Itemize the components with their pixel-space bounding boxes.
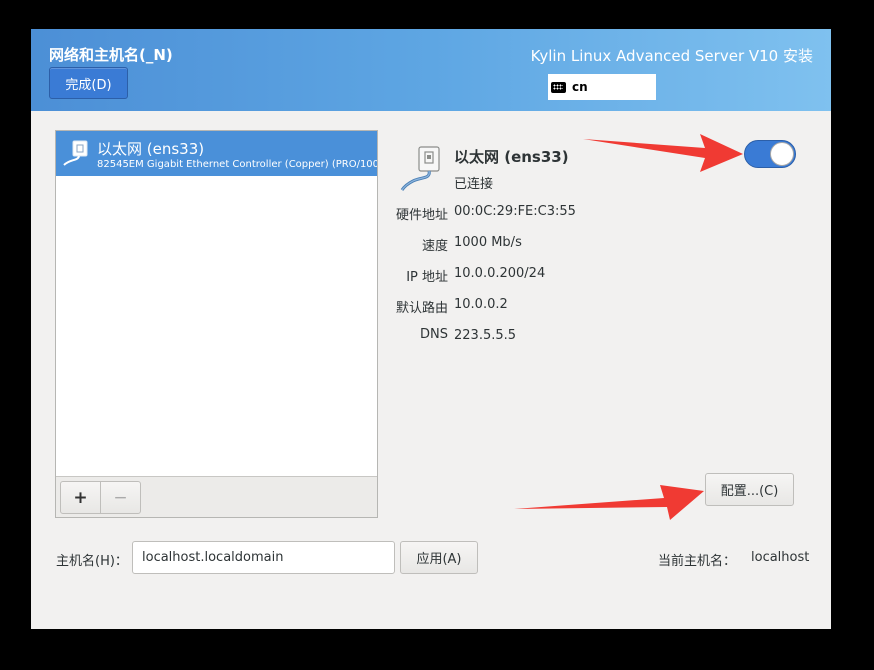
keyboard-layout-label: cn	[572, 80, 588, 94]
ip-address-value: 10.0.0.200/24	[454, 266, 546, 281]
list-item-description: 82545EM Gigabit Ethernet Controller (Cop…	[97, 159, 377, 170]
current-hostname-label: 当前主机名：	[658, 554, 737, 569]
header-bar: 网络和主机名(_N) 完成(D) Kylin Linux Advanced Se…	[31, 29, 831, 111]
current-hostname-value: localhost	[751, 550, 810, 565]
network-hostname-window: 网络和主机名(_N) 完成(D) Kylin Linux Advanced Se…	[31, 29, 831, 629]
keyboard-layout-indicator[interactable]: cn	[548, 74, 656, 100]
apply-button[interactable]: 应用(A)	[400, 541, 478, 574]
dns-label: DNS	[420, 327, 448, 342]
list-toolbar: + −	[56, 476, 377, 517]
configure-button[interactable]: 配置...(C)	[705, 473, 794, 506]
hostname-input[interactable]	[132, 541, 395, 574]
product-title: Kylin Linux Advanced Server V10 安装	[530, 47, 813, 65]
hostname-label: 主机名(H)：	[56, 554, 128, 569]
device-list: 以太网 (ens33) 82545EM Gigabit Ethernet Con…	[55, 130, 378, 518]
list-item-name: 以太网 (ens33)	[97, 140, 205, 158]
device-name: 以太网 (ens33)	[454, 148, 569, 166]
keyboard-icon	[551, 81, 566, 93]
add-device-button[interactable]: +	[60, 481, 101, 514]
toggle-knob	[770, 142, 794, 166]
device-toggle-switch[interactable]	[744, 140, 796, 168]
remove-device-button[interactable]: −	[100, 481, 141, 514]
hardware-address-value: 00:0C:29:FE:C3:55	[454, 204, 576, 219]
default-route-label: 默认路由	[395, 301, 448, 316]
done-button[interactable]: 完成(D)	[49, 67, 128, 99]
speed-value: 1000 Mb/s	[454, 235, 522, 250]
connection-status: 已连接	[454, 177, 494, 192]
ip-address-label: IP 地址	[406, 270, 448, 285]
page-title: 网络和主机名(_N)	[49, 46, 173, 64]
list-item-ens33[interactable]: 以太网 (ens33) 82545EM Gigabit Ethernet Con…	[56, 131, 377, 176]
hardware-address-label: 硬件地址	[395, 208, 448, 223]
default-route-value: 10.0.0.2	[454, 297, 508, 312]
speed-label: 速度	[421, 239, 448, 254]
network-wired-icon	[400, 146, 440, 191]
dns-value: 223.5.5.5	[454, 328, 517, 343]
network-wired-icon	[63, 140, 88, 166]
